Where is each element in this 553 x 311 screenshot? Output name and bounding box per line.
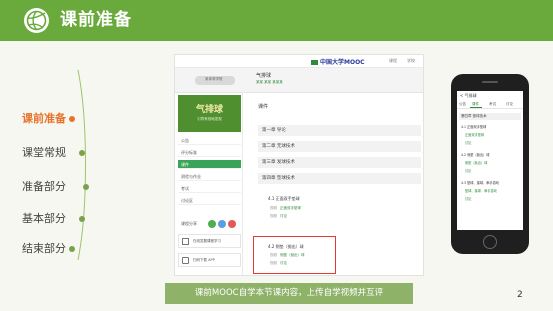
page-title: 课前准备: [60, 10, 132, 30]
nav-dot: [69, 246, 75, 252]
banner-title: 气排球: [195, 105, 223, 115]
online-quiz-card[interactable]: 在线答题课程学习: [178, 234, 241, 248]
course-name: 气排球: [256, 73, 272, 79]
topbar-link[interactable]: 课程: [389, 58, 397, 64]
phone-course-title[interactable]: < 气排球: [460, 93, 477, 99]
phone-home-button: [483, 235, 497, 249]
nav-item[interactable]: 结束部分: [22, 242, 66, 256]
phone-tabs: 公告 课件 考试 讨论: [457, 101, 523, 109]
phone-lesson-row[interactable]: 讨论: [465, 140, 471, 145]
lesson-row[interactable]: 视频 讨论: [270, 214, 287, 219]
mooc-brand: 中国大学MOOC: [311, 57, 365, 66]
sidebar-item[interactable]: 课件: [178, 160, 241, 169]
course-teachers: 某某 某某 某某某: [256, 80, 283, 84]
chapter-row[interactable]: 第一章 导论: [258, 125, 421, 136]
course-header: 某体育学院 气排球 某某 某某 某某某: [175, 68, 423, 93]
phone-tab-indicator: [470, 107, 482, 108]
phone-lesson-row[interactable]: 4.1 正面双手垫球: [461, 124, 486, 129]
phone-mockup: < 气排球 公告 课件 考试 讨论 第四章 垫球技术 4.1 正面双手垫球 正面双…: [451, 74, 529, 254]
slide: 课前准备 课前准备课堂常规准备部分基本部分结束部分 中国大学MOOC 课程 学校…: [0, 0, 553, 311]
nav-dot: [69, 116, 75, 122]
share-row: 课程分享: [178, 219, 241, 228]
phone-speaker: [482, 81, 498, 83]
phone-lesson-row[interactable]: 正面双手垫球: [465, 132, 484, 137]
app-download-card[interactable]: 扫码下载 APP: [178, 253, 241, 267]
volleyball-icon: [24, 8, 49, 33]
quiz-icon: [182, 238, 189, 245]
chapter-row[interactable]: 第四章 垫球技术: [258, 173, 421, 184]
nav-item[interactable]: 准备部分: [22, 180, 66, 194]
course-sidebar: 气排球 引导有效地发现 公告评分标准课件测验与作业考试讨论区 课程分享 在线答题…: [175, 93, 243, 275]
nav-dot: [83, 184, 89, 190]
phone-lesson-row[interactable]: 4.2 侧垫（抛出）球: [461, 152, 489, 157]
content-heading: 课件: [258, 104, 269, 110]
mooc-desktop-screenshot: 中国大学MOOC 课程 学校 某体育学院 气排球 某某 某某 某某某 气排球 引…: [174, 54, 424, 276]
nav-dot: [79, 150, 85, 156]
nav-item[interactable]: 基本部分: [22, 212, 66, 226]
mooc-topbar: 中国大学MOOC 课程 学校: [175, 55, 423, 68]
banner-subtitle: 引导有效地发现: [197, 117, 222, 121]
phone-tab[interactable]: 公告: [459, 102, 466, 107]
section-title: 4.1 正面双手垫球: [268, 196, 300, 201]
sidebar-item[interactable]: 测验与作业: [178, 172, 241, 181]
qq-icon[interactable]: [218, 220, 226, 228]
school-name: 某体育学院: [205, 77, 223, 81]
phone-lesson-row[interactable]: 垫球、接球、串手游戏: [465, 188, 497, 193]
phone-lesson-row[interactable]: 讨论: [465, 168, 471, 173]
nav-item[interactable]: 课堂常规: [22, 146, 66, 160]
sidebar-item[interactable]: 讨论区: [178, 196, 241, 205]
caption-banner: 课前MOOC自学本节课内容，上传自学视频并互评: [165, 283, 413, 304]
phone-lesson-row[interactable]: 讨论: [465, 196, 471, 201]
wechat-icon[interactable]: [208, 220, 216, 228]
header-bar: 课前准备: [0, 0, 553, 41]
phone-icon: [182, 257, 189, 264]
sidebar-item[interactable]: 公告: [178, 136, 241, 145]
phone-lesson-row[interactable]: 4.3 垫球、接球、串手游戏: [461, 180, 499, 185]
phone-lesson-row[interactable]: 侧垫（抛出）球: [465, 160, 487, 165]
lesson-row[interactable]: 视频 正面双手垫球: [270, 206, 301, 211]
topbar-link[interactable]: 学校: [407, 58, 415, 64]
nav-curve: [77, 70, 86, 260]
page-number: 2: [517, 290, 523, 300]
chapter-row[interactable]: 第二章 无球技术: [258, 141, 421, 152]
course-banner: 气排球 引导有效地发现: [178, 95, 241, 132]
phone-tab[interactable]: 讨论: [506, 102, 513, 107]
sidebar-item[interactable]: 评分标准: [178, 148, 241, 157]
weibo-icon[interactable]: [228, 220, 236, 228]
phone-screen: < 气排球 公告 课件 考试 讨论 第四章 垫球技术 4.1 正面双手垫球 正面双…: [457, 91, 523, 230]
highlight-box: [253, 236, 336, 274]
phone-chapter[interactable]: 第四章 垫球技术: [459, 113, 521, 120]
nav-item[interactable]: 课前准备: [22, 112, 66, 126]
nav-dot: [79, 216, 85, 222]
mooc-logo-icon: [311, 60, 318, 65]
chapter-row[interactable]: 第三章 发球技术: [258, 157, 421, 168]
sidebar-item[interactable]: 考试: [178, 184, 241, 193]
phone-tab[interactable]: 考试: [489, 102, 496, 107]
